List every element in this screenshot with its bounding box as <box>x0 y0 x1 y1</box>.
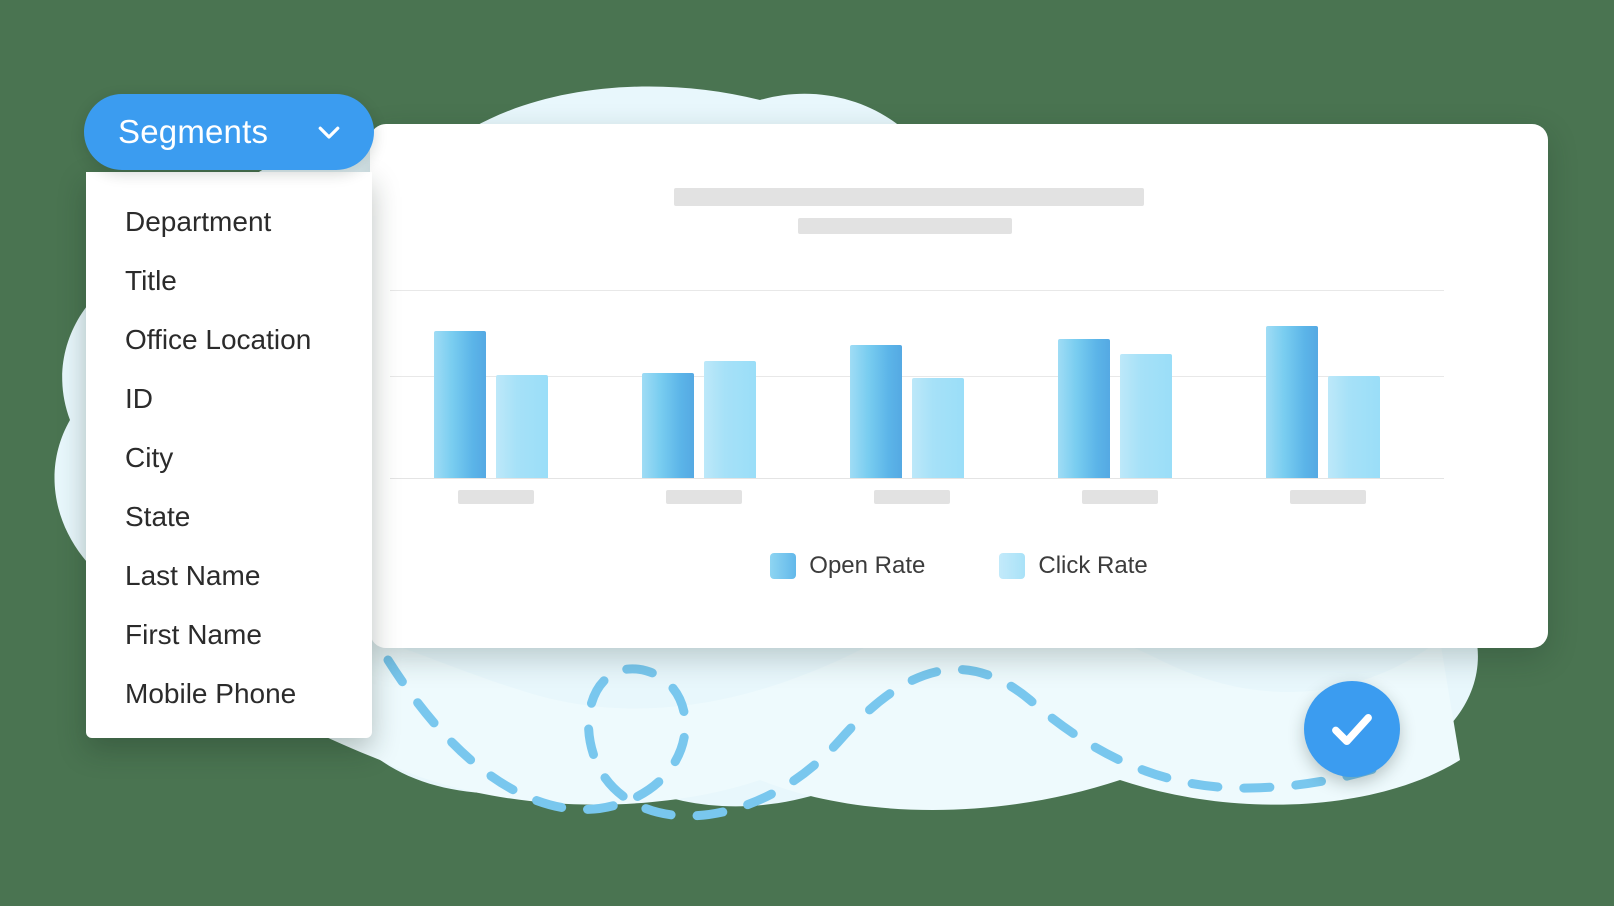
dropdown-item-id[interactable]: ID <box>86 369 372 428</box>
chart-subtitle-placeholder <box>798 218 1012 234</box>
chart-legend: Open Rate Click Rate <box>370 552 1548 580</box>
bar-open-rate[interactable] <box>642 372 694 478</box>
x-axis-label-placeholder <box>874 490 950 504</box>
bar-click-rate[interactable] <box>912 378 964 478</box>
legend-label: Click Rate <box>1038 552 1148 579</box>
dropdown-item-city[interactable]: City <box>86 428 372 487</box>
legend-label: Open Rate <box>809 552 926 579</box>
bar-group <box>642 290 766 478</box>
dropdown-item-first-name[interactable]: First Name <box>86 605 372 664</box>
bar-group <box>1266 290 1390 478</box>
segments-button-label: Segments <box>118 113 269 150</box>
screen-root: Open Rate Click Rate Department Title Of… <box>0 0 1614 906</box>
success-check-badge[interactable] <box>1304 681 1400 777</box>
bar-group <box>850 290 974 478</box>
bar-open-rate[interactable] <box>434 331 486 478</box>
x-axis-label-placeholder <box>1290 490 1366 504</box>
bar-click-rate[interactable] <box>496 374 548 478</box>
bar-click-rate[interactable] <box>1328 376 1380 478</box>
x-axis-label-placeholder <box>458 490 534 504</box>
legend-item-open-rate[interactable]: Open Rate <box>770 552 925 580</box>
axis-baseline <box>390 478 1444 479</box>
x-axis-label-placeholder <box>1082 490 1158 504</box>
dropdown-item-mobile-phone[interactable]: Mobile Phone <box>86 664 372 723</box>
chart-card: Open Rate Click Rate <box>370 124 1548 648</box>
dropdown-item-department[interactable]: Department <box>86 192 372 251</box>
segments-dropdown-menu[interactable]: Department Title Office Location ID City… <box>86 172 372 738</box>
dropdown-item-state[interactable]: State <box>86 487 372 546</box>
segments-dropdown-button[interactable]: Segments <box>84 94 374 170</box>
chart-plot-area <box>390 290 1444 479</box>
dropdown-item-title[interactable]: Title <box>86 251 372 310</box>
bar-group <box>1058 290 1182 478</box>
chart-title-placeholder <box>674 188 1144 206</box>
dropdown-item-last-name[interactable]: Last Name <box>86 546 372 605</box>
bar-click-rate[interactable] <box>704 361 756 478</box>
legend-swatch-icon <box>770 553 797 579</box>
dashed-loop-curve <box>383 655 1395 821</box>
check-icon <box>1332 714 1372 746</box>
bar-open-rate[interactable] <box>850 344 902 478</box>
legend-item-click-rate[interactable]: Click Rate <box>999 552 1148 580</box>
bar-click-rate[interactable] <box>1120 353 1172 478</box>
x-axis-label-placeholder <box>666 490 742 504</box>
dropdown-item-office-location[interactable]: Office Location <box>86 310 372 369</box>
chevron-down-icon <box>318 126 340 139</box>
bar-open-rate[interactable] <box>1058 338 1110 478</box>
bar-group <box>434 290 558 478</box>
bar-open-rate[interactable] <box>1266 325 1318 478</box>
legend-swatch-icon <box>999 553 1026 579</box>
